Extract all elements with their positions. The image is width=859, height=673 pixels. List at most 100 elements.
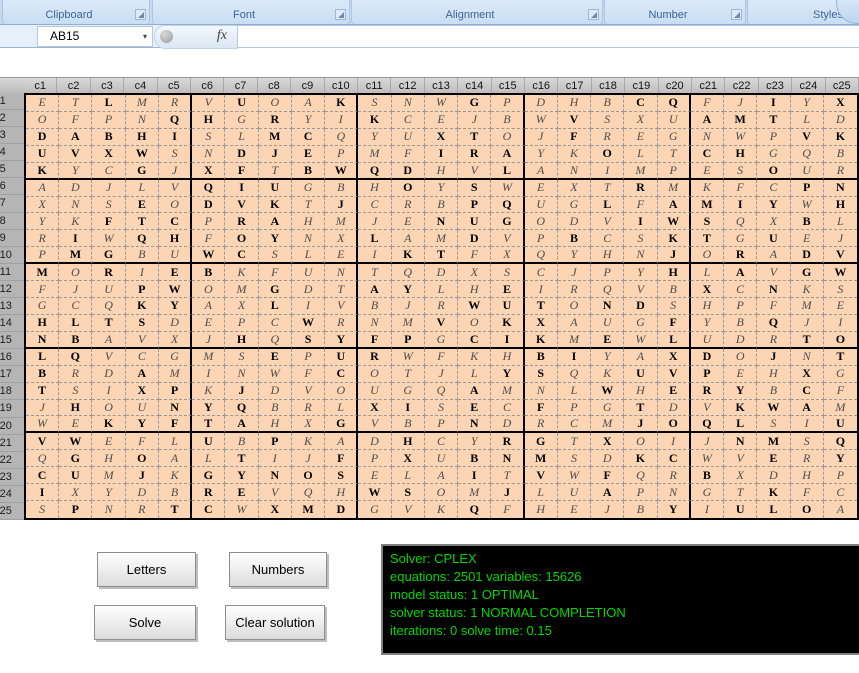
grid-cell-r21c19[interactable]: O — [624, 433, 657, 450]
grid-cell-r18c15[interactable]: M — [491, 383, 524, 400]
grid-cell-r14c1[interactable]: H — [26, 315, 59, 332]
grid-cell-r5c11[interactable]: Q — [358, 163, 391, 180]
grid-cell-r13c5[interactable]: Y — [159, 298, 192, 315]
grid-cell-r6c12[interactable]: O — [392, 180, 425, 197]
grid-cell-r3c9[interactable]: C — [292, 129, 325, 146]
grid-cell-r24c2[interactable]: X — [59, 484, 92, 501]
column-header[interactable]: c5 — [158, 78, 191, 94]
grid-cell-r5c5[interactable]: J — [159, 163, 192, 180]
grid-cell-r1c1[interactable]: E — [26, 95, 59, 112]
grid-cell-r23c8[interactable]: N — [259, 467, 292, 484]
grid-cell-r16c11[interactable]: R — [358, 349, 391, 366]
grid-cell-r8c15[interactable]: G — [491, 213, 524, 230]
grid-cell-r8c19[interactable]: I — [624, 213, 657, 230]
grid-cell-r21c9[interactable]: K — [292, 433, 325, 450]
grid-cell-r9c5[interactable]: H — [159, 230, 192, 247]
grid-cell-r3c8[interactable]: M — [259, 129, 292, 146]
row-header[interactable]: r1 — [0, 93, 24, 110]
grid-cell-r18c4[interactable]: X — [126, 383, 159, 400]
grid-cell-r18c22[interactable]: Y — [724, 383, 757, 400]
grid-cell-r22c20[interactable]: C — [658, 450, 691, 467]
grid-cell-r12c7[interactable]: M — [225, 281, 258, 298]
grid-cell-r14c9[interactable]: W — [292, 315, 325, 332]
grid-cell-r21c13[interactable]: C — [425, 433, 458, 450]
grid-cell-r14c18[interactable]: U — [591, 315, 624, 332]
grid-cell-r3c5[interactable]: I — [159, 129, 192, 146]
grid-cell-r20c8[interactable]: H — [259, 416, 292, 433]
row-header[interactable]: r16 — [0, 349, 24, 366]
grid-cell-r1c6[interactable]: V — [192, 95, 225, 112]
grid-cell-r21c3[interactable]: E — [92, 433, 125, 450]
grid-cell-r15c9[interactable]: S — [292, 332, 325, 349]
ribbon-group-clipboard[interactable]: Clipboard — [2, 0, 150, 25]
grid-cell-r23c25[interactable]: P — [824, 467, 857, 484]
grid-cell-r9c3[interactable]: W — [92, 230, 125, 247]
grid-cell-r9c12[interactable]: A — [392, 230, 425, 247]
grid-cell-r22c21[interactable]: W — [691, 450, 724, 467]
grid-cell-r6c1[interactable]: A — [26, 180, 59, 197]
grid-cell-r7c18[interactable]: L — [591, 197, 624, 214]
grid-cell-r17c16[interactable]: S — [525, 366, 558, 383]
grid-cell-r4c4[interactable]: W — [126, 146, 159, 163]
grid-cell-r4c6[interactable]: N — [192, 146, 225, 163]
grid-cell-r4c15[interactable]: A — [491, 146, 524, 163]
grid-cell-r19c7[interactable]: Q — [225, 400, 258, 417]
grid-cell-r16c10[interactable]: U — [325, 349, 358, 366]
dialog-launcher-icon[interactable] — [588, 9, 599, 20]
grid-cell-r1c13[interactable]: W — [425, 95, 458, 112]
grid-cell-r16c9[interactable]: P — [292, 349, 325, 366]
grid-cell-r12c17[interactable]: R — [558, 281, 591, 298]
grid-cell-r6c8[interactable]: U — [259, 180, 292, 197]
grid-cell-r17c24[interactable]: X — [791, 366, 824, 383]
grid-cell-r17c4[interactable]: A — [126, 366, 159, 383]
grid-cell-r22c8[interactable]: I — [259, 450, 292, 467]
grid-cell-r3c19[interactable]: E — [624, 129, 657, 146]
grid-cell-r11c20[interactable]: H — [658, 264, 691, 281]
grid-cell-r7c12[interactable]: R — [392, 197, 425, 214]
grid-cell-r2c1[interactable]: O — [26, 112, 59, 129]
grid-cell-r9c6[interactable]: F — [192, 230, 225, 247]
grid-cell-r7c2[interactable]: N — [59, 197, 92, 214]
column-header[interactable]: c7 — [224, 78, 257, 94]
grid-cell-r5c6[interactable]: X — [192, 163, 225, 180]
grid-cell-r4c19[interactable]: L — [624, 146, 657, 163]
grid-cell-r6c15[interactable]: W — [491, 180, 524, 197]
grid-cell-r24c5[interactable]: B — [159, 484, 192, 501]
grid-cell-r7c9[interactable]: T — [292, 197, 325, 214]
grid-cell-r22c14[interactable]: B — [458, 450, 491, 467]
grid-cell-r15c13[interactable]: G — [425, 332, 458, 349]
grid-cell-r14c15[interactable]: K — [491, 315, 524, 332]
grid-cell-r3c3[interactable]: B — [92, 129, 125, 146]
grid-cell-r8c23[interactable]: X — [757, 213, 790, 230]
grid-cell-r24c24[interactable]: F — [791, 484, 824, 501]
grid-cell-r7c3[interactable]: S — [92, 197, 125, 214]
grid-cell-r18c2[interactable]: S — [59, 383, 92, 400]
grid-cell-r7c21[interactable]: M — [691, 197, 724, 214]
grid-cell-r24c23[interactable]: K — [757, 484, 790, 501]
grid-cell-r17c6[interactable]: I — [192, 366, 225, 383]
grid-cell-r13c3[interactable]: Q — [92, 298, 125, 315]
grid-cell-r8c10[interactable]: M — [325, 213, 358, 230]
grid-cell-r4c20[interactable]: T — [658, 146, 691, 163]
clear-solution-button[interactable]: Clear solution — [225, 605, 325, 640]
grid-cell-r9c11[interactable]: L — [358, 230, 391, 247]
grid-cell-r18c3[interactable]: I — [92, 383, 125, 400]
grid-cell-r15c19[interactable]: W — [624, 332, 657, 349]
grid-cell-r2c25[interactable]: D — [824, 112, 857, 129]
grid-cell-r10c7[interactable]: C — [225, 247, 258, 264]
grid-cell-r6c5[interactable]: V — [159, 180, 192, 197]
grid-cell-r13c24[interactable]: M — [791, 298, 824, 315]
grid-cell-r3c11[interactable]: Y — [358, 129, 391, 146]
grid-cell-r9c15[interactable]: V — [491, 230, 524, 247]
grid-cell-r5c3[interactable]: C — [92, 163, 125, 180]
grid-cell-r8c8[interactable]: A — [259, 213, 292, 230]
grid-cell-r13c1[interactable]: G — [26, 298, 59, 315]
column-header[interactable]: c23 — [759, 78, 792, 94]
grid-cell-r15c22[interactable]: D — [724, 332, 757, 349]
grid-cell-r11c2[interactable]: O — [59, 264, 92, 281]
grid-cell-r10c20[interactable]: J — [658, 247, 691, 264]
grid-cell-r1c10[interactable]: K — [325, 95, 358, 112]
grid-cell-r16c18[interactable]: Y — [591, 349, 624, 366]
grid-cell-r10c8[interactable]: S — [259, 247, 292, 264]
grid-cell-r6c20[interactable]: M — [658, 180, 691, 197]
